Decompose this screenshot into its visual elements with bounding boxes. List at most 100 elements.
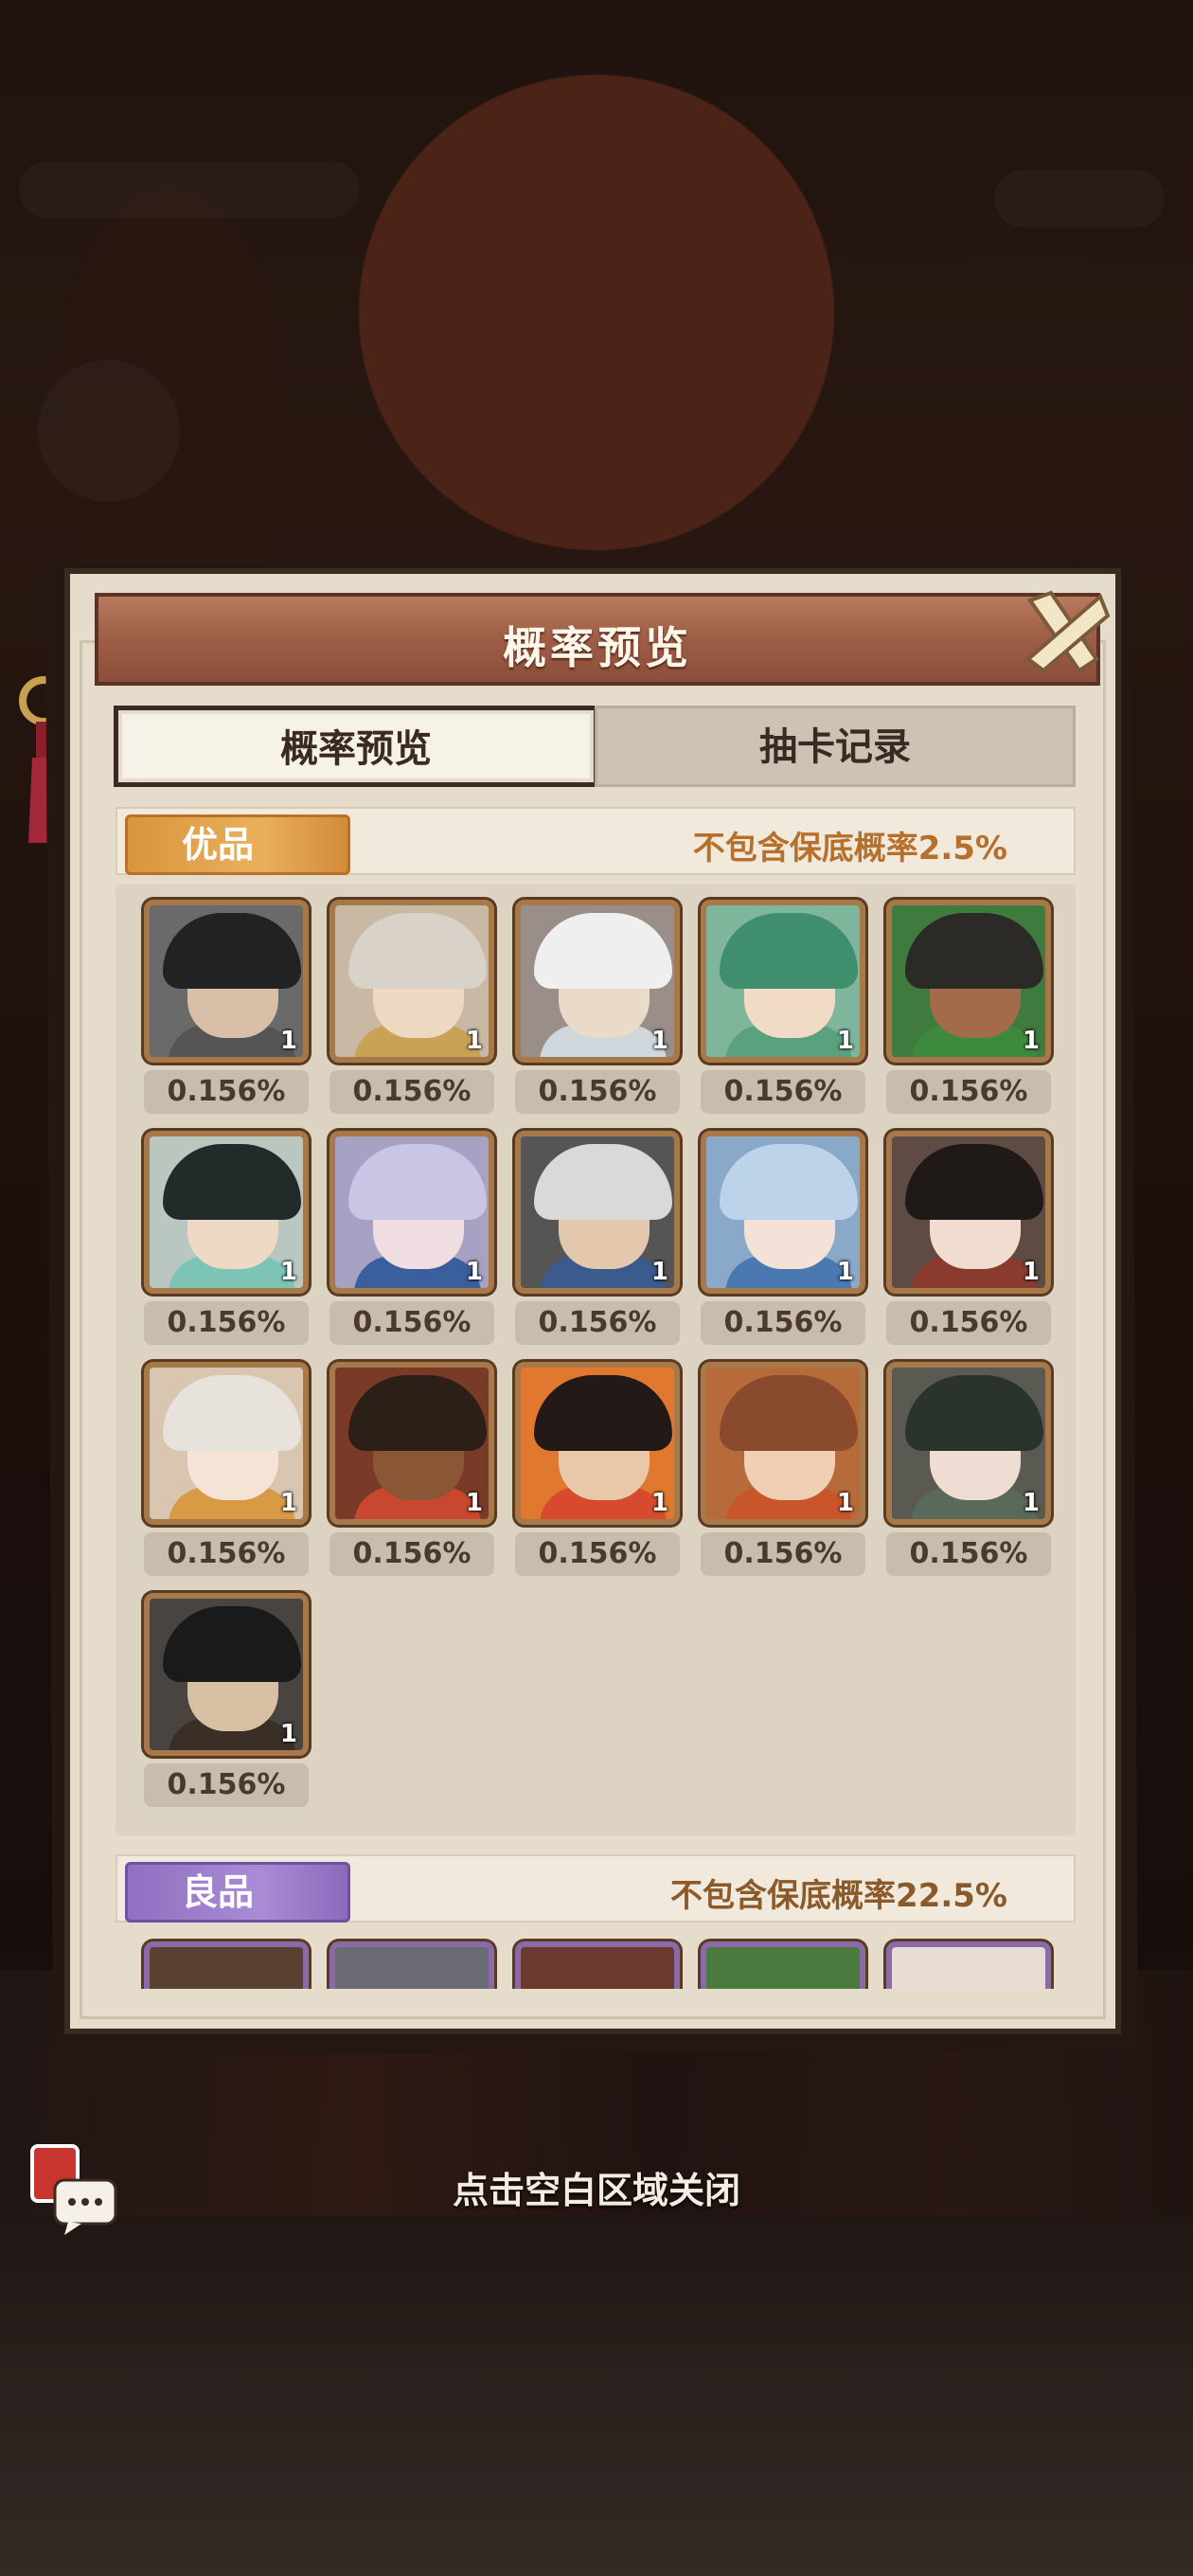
hero-portrait: 1 (701, 1131, 865, 1294)
section-note: 不包含保底概率2.5% (692, 830, 1007, 868)
hero-rate: 0.156% (144, 1763, 309, 1807)
hero-hair (905, 913, 1043, 989)
hero-card[interactable]: 1 0.156% (144, 900, 309, 1118)
hero-card[interactable]: 1 0.156% (144, 1131, 309, 1349)
hero-count: 1 (465, 1027, 483, 1055)
close-hint[interactable]: 点击空白区域关闭 (0, 2161, 1193, 2213)
hero-portrait (144, 1941, 309, 1989)
hero-hair (163, 1144, 301, 1220)
hero-portrait: 1 (886, 900, 1051, 1063)
hero-rate: 0.156% (701, 1301, 865, 1345)
hero-portrait: 1 (144, 900, 309, 1063)
hero-portrait: 1 (144, 1593, 309, 1756)
hero-card[interactable]: 1 0.156% (515, 1362, 680, 1580)
hero-count: 1 (836, 1258, 854, 1286)
hero-hair (534, 913, 672, 989)
hero-card[interactable] (701, 1941, 865, 1989)
hero-rate: 0.156% (144, 1070, 309, 1114)
hero-rate: 0.156% (886, 1301, 1051, 1345)
hero-card[interactable]: 1 0.156% (329, 1362, 494, 1580)
hero-portrait: 1 (515, 900, 680, 1063)
hero-count: 1 (279, 1489, 297, 1517)
hero-hair (534, 1144, 672, 1220)
section-header: 优品 不包含保底概率2.5% (116, 807, 1076, 875)
hero-portrait: 1 (144, 1362, 309, 1525)
hero-hair (720, 1375, 858, 1451)
section-header: 良品 不包含保底概率22.5% (116, 1854, 1076, 1923)
hero-portrait: 1 (886, 1131, 1051, 1294)
hero-card[interactable]: 1 0.156% (886, 1362, 1051, 1580)
hero-card[interactable]: 1 0.156% (701, 1362, 865, 1580)
hero-card[interactable]: 1 0.156% (886, 900, 1051, 1118)
hero-card[interactable]: 1 0.156% (144, 1593, 309, 1811)
hero-card[interactable]: 1 0.156% (144, 1362, 309, 1580)
hero-count: 1 (1022, 1489, 1040, 1517)
hero-portrait: 1 (329, 900, 494, 1063)
hero-grid: 1 0.156% 1 0.156% 1 0.156% 1 0.156% 1 0.156% 1 0.15… (116, 885, 1076, 1835)
hero-card[interactable] (515, 1941, 680, 1989)
hero-card[interactable]: 1 0.156% (329, 1131, 494, 1349)
hero-portrait (701, 1941, 865, 1989)
hero-portrait: 1 (701, 1362, 865, 1525)
hero-card[interactable]: 1 0.156% (515, 1131, 680, 1349)
hero-portrait: 1 (329, 1131, 494, 1294)
hero-portrait: 1 (329, 1362, 494, 1525)
hero-card[interactable]: 1 0.156% (701, 900, 865, 1118)
hero-rate: 0.156% (329, 1070, 494, 1114)
hero-rate: 0.156% (144, 1301, 309, 1345)
hero-hair (163, 913, 301, 989)
hero-portrait (886, 1941, 1051, 1989)
hero-card[interactable]: 1 0.156% (701, 1131, 865, 1349)
tab-draw-history[interactable]: 抽卡记录 (595, 706, 1076, 787)
hero-hair (163, 1375, 301, 1451)
hero-hair (348, 913, 487, 989)
hero-count: 1 (279, 1720, 297, 1748)
hero-count: 1 (279, 1027, 297, 1055)
hero-portrait: 1 (701, 900, 865, 1063)
hero-portrait (515, 1941, 680, 1989)
hero-card[interactable] (144, 1941, 309, 1989)
section-note: 不包含保底概率22.5% (670, 1877, 1007, 1915)
close-x-icon[interactable] (1013, 580, 1117, 684)
section-tag: 良品 (125, 1862, 350, 1923)
panel-title: 概率预览 (503, 622, 692, 673)
hero-hair (905, 1144, 1043, 1220)
hero-card[interactable] (886, 1941, 1051, 1989)
hero-card[interactable]: 1 0.156% (515, 900, 680, 1118)
hero-portrait (329, 1941, 494, 1989)
hero-rate: 0.156% (329, 1532, 494, 1576)
hero-count: 1 (836, 1489, 854, 1517)
hero-rate: 0.156% (701, 1070, 865, 1114)
hero-portrait: 1 (144, 1131, 309, 1294)
hero-count: 1 (1022, 1258, 1040, 1286)
hero-portrait: 1 (515, 1362, 680, 1525)
tab-probability-preview[interactable]: 概率预览 (114, 706, 598, 787)
hero-rate: 0.156% (701, 1532, 865, 1576)
panel-header: 概率预览 (95, 593, 1100, 686)
hero-portrait: 1 (886, 1362, 1051, 1525)
hero-count: 1 (650, 1258, 668, 1286)
hero-card[interactable]: 1 0.156% (329, 900, 494, 1118)
hero-hair (534, 1375, 672, 1451)
hero-rate: 0.156% (886, 1070, 1051, 1114)
hero-hair (163, 1606, 301, 1682)
hero-count: 1 (1022, 1027, 1040, 1055)
hero-count: 1 (279, 1258, 297, 1286)
hero-rate: 0.156% (515, 1532, 680, 1576)
hero-hair (348, 1375, 487, 1451)
hero-hair (348, 1144, 487, 1220)
hero-count: 1 (650, 1489, 668, 1517)
hero-count: 1 (650, 1027, 668, 1055)
hero-hair (720, 913, 858, 989)
hero-portrait: 1 (515, 1131, 680, 1294)
section-tag: 优品 (125, 814, 350, 875)
hero-rate: 0.156% (515, 1070, 680, 1114)
hero-count: 1 (836, 1027, 854, 1055)
hero-count: 1 (465, 1489, 483, 1517)
hero-rate: 0.156% (144, 1532, 309, 1576)
hero-rate: 0.156% (329, 1301, 494, 1345)
tab-bar: 概率预览 抽卡记录 (114, 706, 1076, 791)
hero-card[interactable] (329, 1941, 494, 1989)
hero-card[interactable]: 1 0.156% (886, 1131, 1051, 1349)
hero-rate: 0.156% (515, 1301, 680, 1345)
